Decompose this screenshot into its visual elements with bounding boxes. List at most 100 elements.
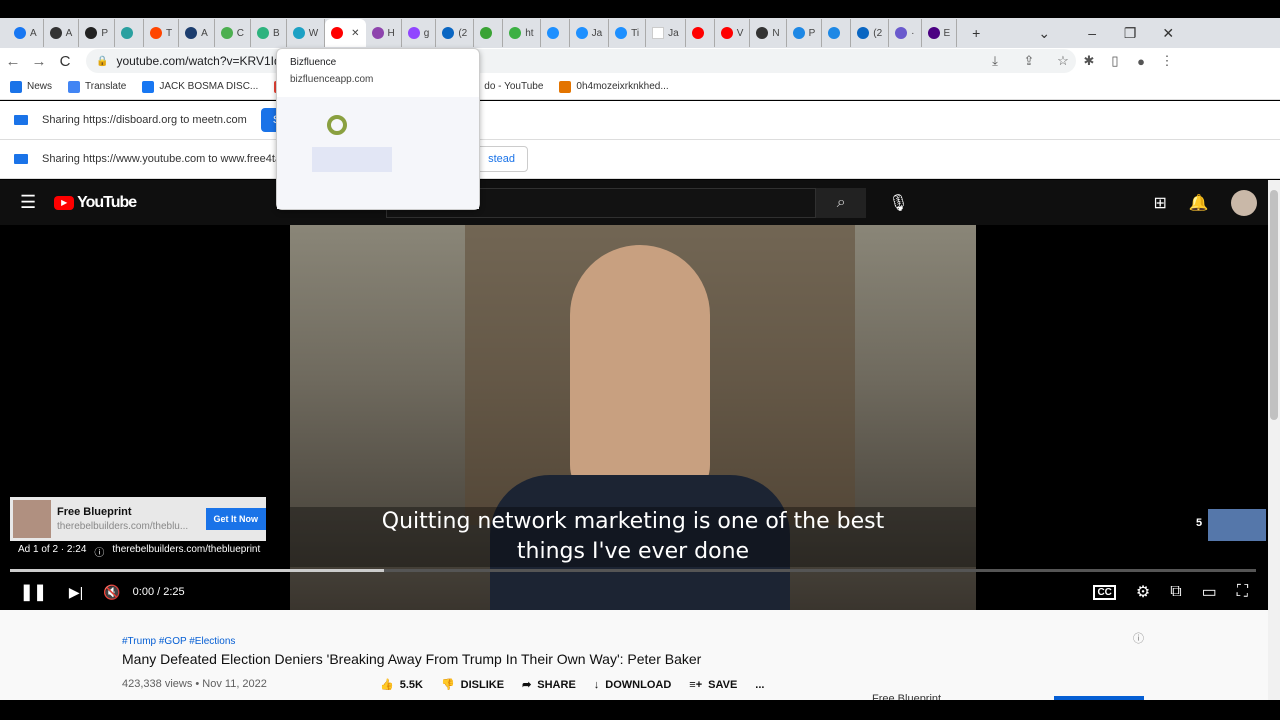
video-player[interactable]: Quitting network marketing is one of the…: [0, 225, 1268, 610]
back-button[interactable]: ←: [0, 53, 26, 70]
avatar[interactable]: [1230, 189, 1257, 216]
tab-favicon-icon: [49, 27, 62, 39]
browser-tab[interactable]: [541, 19, 570, 47]
browser-tab[interactable]: T: [144, 19, 180, 47]
star-icon[interactable]: ☆: [1050, 53, 1076, 69]
more-actions-button[interactable]: ...: [755, 678, 764, 691]
browser-tab[interactable]: [115, 19, 145, 47]
download-button[interactable]: ↓ DOWNLOAD: [594, 678, 672, 691]
tab-hover-card: Bizfluence bizfluenceapp.com: [276, 48, 480, 210]
hamburger-menu-icon[interactable]: ☰: [20, 192, 36, 213]
search-icon[interactable]: ⌕: [816, 187, 867, 218]
scrollbar[interactable]: [1268, 180, 1280, 700]
info-icon[interactable]: ⓘ: [94, 544, 104, 559]
browser-tab[interactable]: C: [215, 19, 252, 47]
tab-favicon-icon: [442, 27, 455, 39]
browser-tab[interactable]: g: [402, 19, 437, 47]
browser-tab[interactable]: A: [8, 19, 44, 47]
captions-icon[interactable]: CC: [1093, 584, 1116, 600]
browser-tab[interactable]: A: [179, 19, 215, 47]
install-icon[interactable]: ⤓: [982, 53, 1008, 69]
browser-tab[interactable]: Ti: [609, 19, 647, 47]
progress-bar[interactable]: [10, 569, 1256, 572]
notifications-bell-icon[interactable]: 🔔: [1189, 193, 1209, 213]
browser-tab[interactable]: B: [251, 19, 287, 47]
settings-gear-icon[interactable]: ⚙: [1136, 582, 1150, 602]
share-instead-button[interactable]: stead: [475, 146, 528, 172]
bookmark-favicon-icon: [142, 80, 155, 93]
browser-tab[interactable]: P: [79, 19, 116, 47]
browser-tab[interactable]: A: [44, 19, 80, 47]
screen-share-icon: [14, 154, 28, 164]
browser-tab[interactable]: ht: [503, 19, 541, 47]
create-video-icon[interactable]: ⊞: [1154, 193, 1167, 213]
sharing-text: Sharing https://disboard.org to meetn.co…: [42, 114, 247, 126]
menu-icon[interactable]: ⋮: [1154, 53, 1180, 69]
browser-tab[interactable]: Ja: [646, 19, 686, 47]
new-tab-button[interactable]: +: [957, 25, 995, 41]
pause-icon[interactable]: ❚❚: [20, 582, 47, 602]
download-icon: ↓: [593, 678, 600, 691]
restore-button[interactable]: ❐: [1111, 25, 1149, 42]
bookmark[interactable]: 0h4mozeixrknkhed...: [559, 80, 669, 93]
youtube-logo[interactable]: ▶ YouTube: [54, 194, 137, 212]
browser-tab[interactable]: E: [922, 19, 958, 47]
bookmark[interactable]: News: [10, 80, 52, 93]
dislike-button[interactable]: 👎 DISLIKE: [441, 678, 504, 692]
extensions-icon[interactable]: ✱: [1076, 53, 1102, 69]
ad-overlay[interactable]: Free Blueprint therebelbuilders.com/theb…: [10, 497, 266, 541]
browser-tab[interactable]: N: [750, 19, 787, 47]
address-bar[interactable]: 🔒 youtube.com/watch?v=KRV1IdN ⤓ ⇪ ☆: [86, 49, 1076, 73]
save-button[interactable]: ≡+ SAVE: [689, 678, 737, 691]
bookmark[interactable]: JACK BOSMA DISC...: [142, 80, 258, 93]
browser-tab[interactable]: Ja: [570, 19, 610, 47]
share-button[interactable]: ➦ SHARE: [522, 678, 576, 692]
tab-search-dropdown[interactable]: ⌄: [1025, 25, 1063, 42]
tab-favicon-icon: [857, 27, 870, 39]
browser-tab[interactable]: ✕: [325, 19, 366, 47]
profile-avatar[interactable]: ●: [1128, 54, 1154, 69]
share-icon[interactable]: ⇪: [1016, 53, 1042, 69]
browser-tab[interactable]: (2: [436, 19, 475, 47]
miniplayer-icon[interactable]: ⧉: [1170, 583, 1181, 601]
side-ad-button[interactable]: [1054, 696, 1144, 700]
tab-favicon-icon: [895, 27, 908, 39]
next-icon[interactable]: ▶|: [69, 584, 83, 601]
tab-title: B: [273, 27, 280, 39]
tab-favicon-icon: [575, 27, 588, 39]
browser-tab[interactable]: [822, 19, 852, 47]
browser-tab[interactable]: H: [366, 19, 402, 47]
browser-tab[interactable]: [686, 19, 715, 47]
hashtags[interactable]: #Trump #GOP #Elections: [122, 636, 235, 647]
minimize-button[interactable]: –: [1073, 25, 1111, 41]
theater-mode-icon[interactable]: ▭: [1202, 582, 1217, 602]
browser-tab[interactable]: P: [787, 19, 823, 47]
browser-tab[interactable]: W: [287, 19, 326, 47]
microphone-icon[interactable]: 🎙: [888, 193, 908, 213]
fullscreen-icon[interactable]: ⛶: [1237, 583, 1248, 601]
sharing-text: Sharing https://www.youtube.com to www.f…: [42, 153, 286, 165]
tab-title: Ja: [591, 27, 603, 39]
bookmarks-bar: News Translate JACK BOSMA DISC... do - YouT…: [0, 74, 1280, 100]
ad-link[interactable]: therebelbuilders.com/theblueprint: [112, 544, 260, 559]
browser-tab[interactable]: ·: [889, 19, 922, 47]
browser-tab[interactable]: [474, 19, 504, 47]
tab-title: g: [423, 27, 430, 39]
video-info: #Trump #GOP #Elections Many Defeated Ele…: [0, 610, 1268, 700]
info-icon[interactable]: ⓘ: [1133, 630, 1144, 646]
browser-tab[interactable]: V: [715, 19, 751, 47]
ad-cta-button[interactable]: Get It Now: [205, 508, 266, 530]
browser-tab[interactable]: (2: [851, 19, 890, 47]
bookmark-favicon-icon: [10, 80, 22, 93]
reload-button[interactable]: C: [52, 53, 78, 70]
forward-button[interactable]: →: [26, 53, 52, 70]
next-ad-thumbnail[interactable]: [1208, 509, 1266, 541]
side-panel-icon[interactable]: ▯: [1102, 53, 1128, 69]
tab-title: H: [387, 27, 395, 39]
bookmark[interactable]: Translate: [68, 80, 126, 93]
close-window-button[interactable]: ✕: [1149, 25, 1187, 42]
browser-toolbar: ← → C 🔒 youtube.com/watch?v=KRV1IdN ⤓ ⇪ …: [0, 48, 1280, 74]
muted-volume-icon[interactable]: 🔇: [103, 584, 120, 601]
close-tab-icon[interactable]: ✕: [351, 28, 359, 39]
like-button[interactable]: 👍 5.5K: [380, 678, 423, 692]
